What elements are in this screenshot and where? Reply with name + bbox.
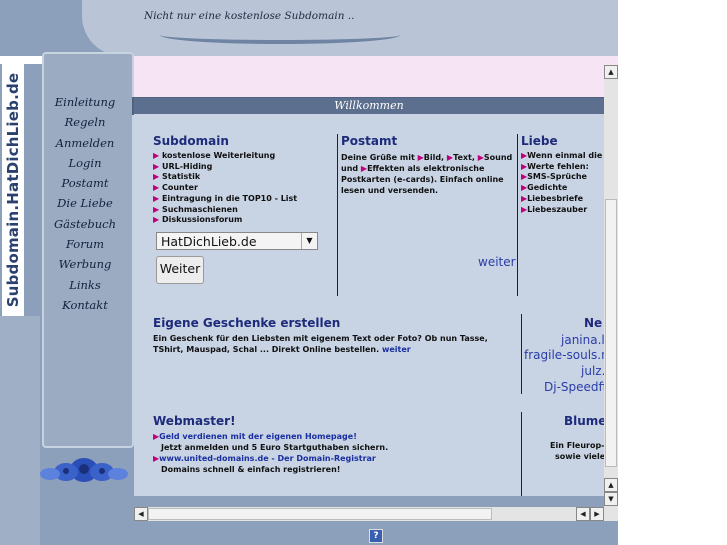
subdomain-list: ▶ kostenlose Weiterleitung ▶ URL-Hiding … <box>153 151 297 226</box>
geschenke-text: Ein Geschenk für den Liebsten mit eigene… <box>153 334 488 354</box>
nav-einleitung[interactable]: Einleitung <box>44 92 126 112</box>
site-title-vertical: Subdomain.HatDichLieb.de <box>2 64 24 316</box>
blumen-text: sowie viele <box>555 452 604 461</box>
nav-forum[interactable]: Forum <box>44 234 126 254</box>
weiter-button[interactable]: Weiter <box>156 256 204 284</box>
main-nav: Einleitung Regeln Anmelden Login Postamt… <box>44 92 126 315</box>
nav-postamt[interactable]: Postamt <box>44 173 126 193</box>
webmaster-title: Webmaster! <box>153 414 236 428</box>
nav-gaestebuch[interactable]: Gästebuch <box>44 214 126 234</box>
list-item[interactable]: ▶Wenn einmal die <box>521 151 602 162</box>
nav-kontakt[interactable]: Kontakt <box>44 295 126 315</box>
nav-die-liebe[interactable]: Die Liebe <box>44 193 126 213</box>
user-link[interactable]: fragile-souls.n <box>524 348 604 362</box>
postamt-title: Postamt <box>341 134 398 148</box>
domain-select-value: HatDichLieb.de <box>161 234 257 249</box>
column-divider <box>517 134 518 296</box>
webmaster-text: ▶Geld verdienen mit der eigenen Homepage… <box>153 432 389 474</box>
scroll-right-icon[interactable]: ▶ <box>590 507 604 521</box>
scroll-up-icon[interactable]: ▲ <box>604 478 618 492</box>
neu-title: Ne <box>584 316 603 330</box>
list-item: ▶ Diskussionsforum <box>153 215 243 225</box>
list-item[interactable]: ▶SMS-Sprüche <box>521 172 602 183</box>
list-item: ▶ kostenlose Weiterleitung <box>153 151 276 160</box>
webmaster-link-geld[interactable]: Geld verdienen mit der eigenen Homepage! <box>159 432 357 441</box>
nav-links[interactable]: Links <box>44 275 126 295</box>
list-item: ▶ Eintragung in die TOP10 - List <box>153 193 298 203</box>
scroll-left-icon[interactable]: ◀ <box>134 507 148 521</box>
list-item[interactable]: ▶Liebesbriefe <box>521 194 602 205</box>
welcome-bar: Willkommen <box>134 98 604 114</box>
column-divider <box>337 134 338 296</box>
scroll-thumb[interactable] <box>148 508 492 520</box>
list-item[interactable]: ▶Werte fehlen: <box>521 162 602 173</box>
nav-werbung[interactable]: Werbung <box>44 254 126 274</box>
scroll-thumb[interactable] <box>605 199 617 467</box>
horizontal-scrollbar[interactable]: ◀ ◀ ▶ <box>134 507 604 521</box>
pink-band <box>128 56 618 98</box>
column-divider <box>521 412 522 496</box>
blumen-text: Ein Fleurop- <box>550 441 604 450</box>
postamt-text: Deine Grüße mit ▶Bild, ▶Text, ▶Sound und… <box>341 153 513 195</box>
scroll-up-icon[interactable]: ▲ <box>604 65 618 79</box>
vertical-scrollbar[interactable]: ▲ ▲ ▼ <box>604 65 618 507</box>
blumen-title: Blume <box>564 414 604 428</box>
header-swoosh <box>160 26 400 44</box>
list-item[interactable]: ▶Liebeszauber <box>521 205 602 216</box>
postamt-weiter-link[interactable]: weiter <box>478 255 516 269</box>
site-title: Subdomain.HatDichLieb.de <box>4 72 22 308</box>
nav-anmelden[interactable]: Anmelden <box>44 133 126 153</box>
scroll-down-icon[interactable]: ▼ <box>604 492 618 506</box>
user-link[interactable]: janina.l <box>561 333 604 347</box>
scrollbar-corner <box>604 507 618 521</box>
webmaster-link-united-domains[interactable]: www.united-domains.de - Der Domain-Regis… <box>159 454 376 463</box>
domain-select[interactable]: HatDichLieb.de ▼ <box>156 232 318 250</box>
column-divider <box>521 314 522 394</box>
list-item: ▶ Counter <box>153 183 198 193</box>
nav-login[interactable]: Login <box>44 153 126 173</box>
header-tagline: Nicht nur eine kostenlose Subdomain .. <box>144 10 355 22</box>
geschenke-weiter-link[interactable]: weiter <box>382 345 411 354</box>
liebe-list: ▶Wenn einmal die ▶Werte fehlen: ▶SMS-Spr… <box>521 151 602 215</box>
list-item: ▶ URL-Hiding <box>153 161 213 171</box>
list-item: ▶ Statistik <box>153 172 201 182</box>
subdomain-title: Subdomain <box>153 134 229 148</box>
chevron-down-icon: ▼ <box>301 233 317 249</box>
user-link[interactable]: julz. <box>581 364 604 378</box>
left-strip <box>0 316 40 545</box>
scroll-left-icon[interactable]: ◀ <box>576 507 590 521</box>
user-link[interactable]: Dj-Speedfi <box>544 380 604 394</box>
rose-ornament-icon <box>40 458 128 482</box>
list-item[interactable]: ▶Gedichte <box>521 183 602 194</box>
liebe-title: Liebe <box>521 134 558 148</box>
nav-regeln[interactable]: Regeln <box>44 112 126 132</box>
help-icon[interactable]: ? <box>369 529 383 543</box>
content-area: Willkommen Subdomain ▶ kostenlose Weiter… <box>134 98 604 496</box>
geschenke-title: Eigene Geschenke erstellen <box>153 316 341 330</box>
list-item: ▶ Suchmaschienen <box>153 204 238 214</box>
